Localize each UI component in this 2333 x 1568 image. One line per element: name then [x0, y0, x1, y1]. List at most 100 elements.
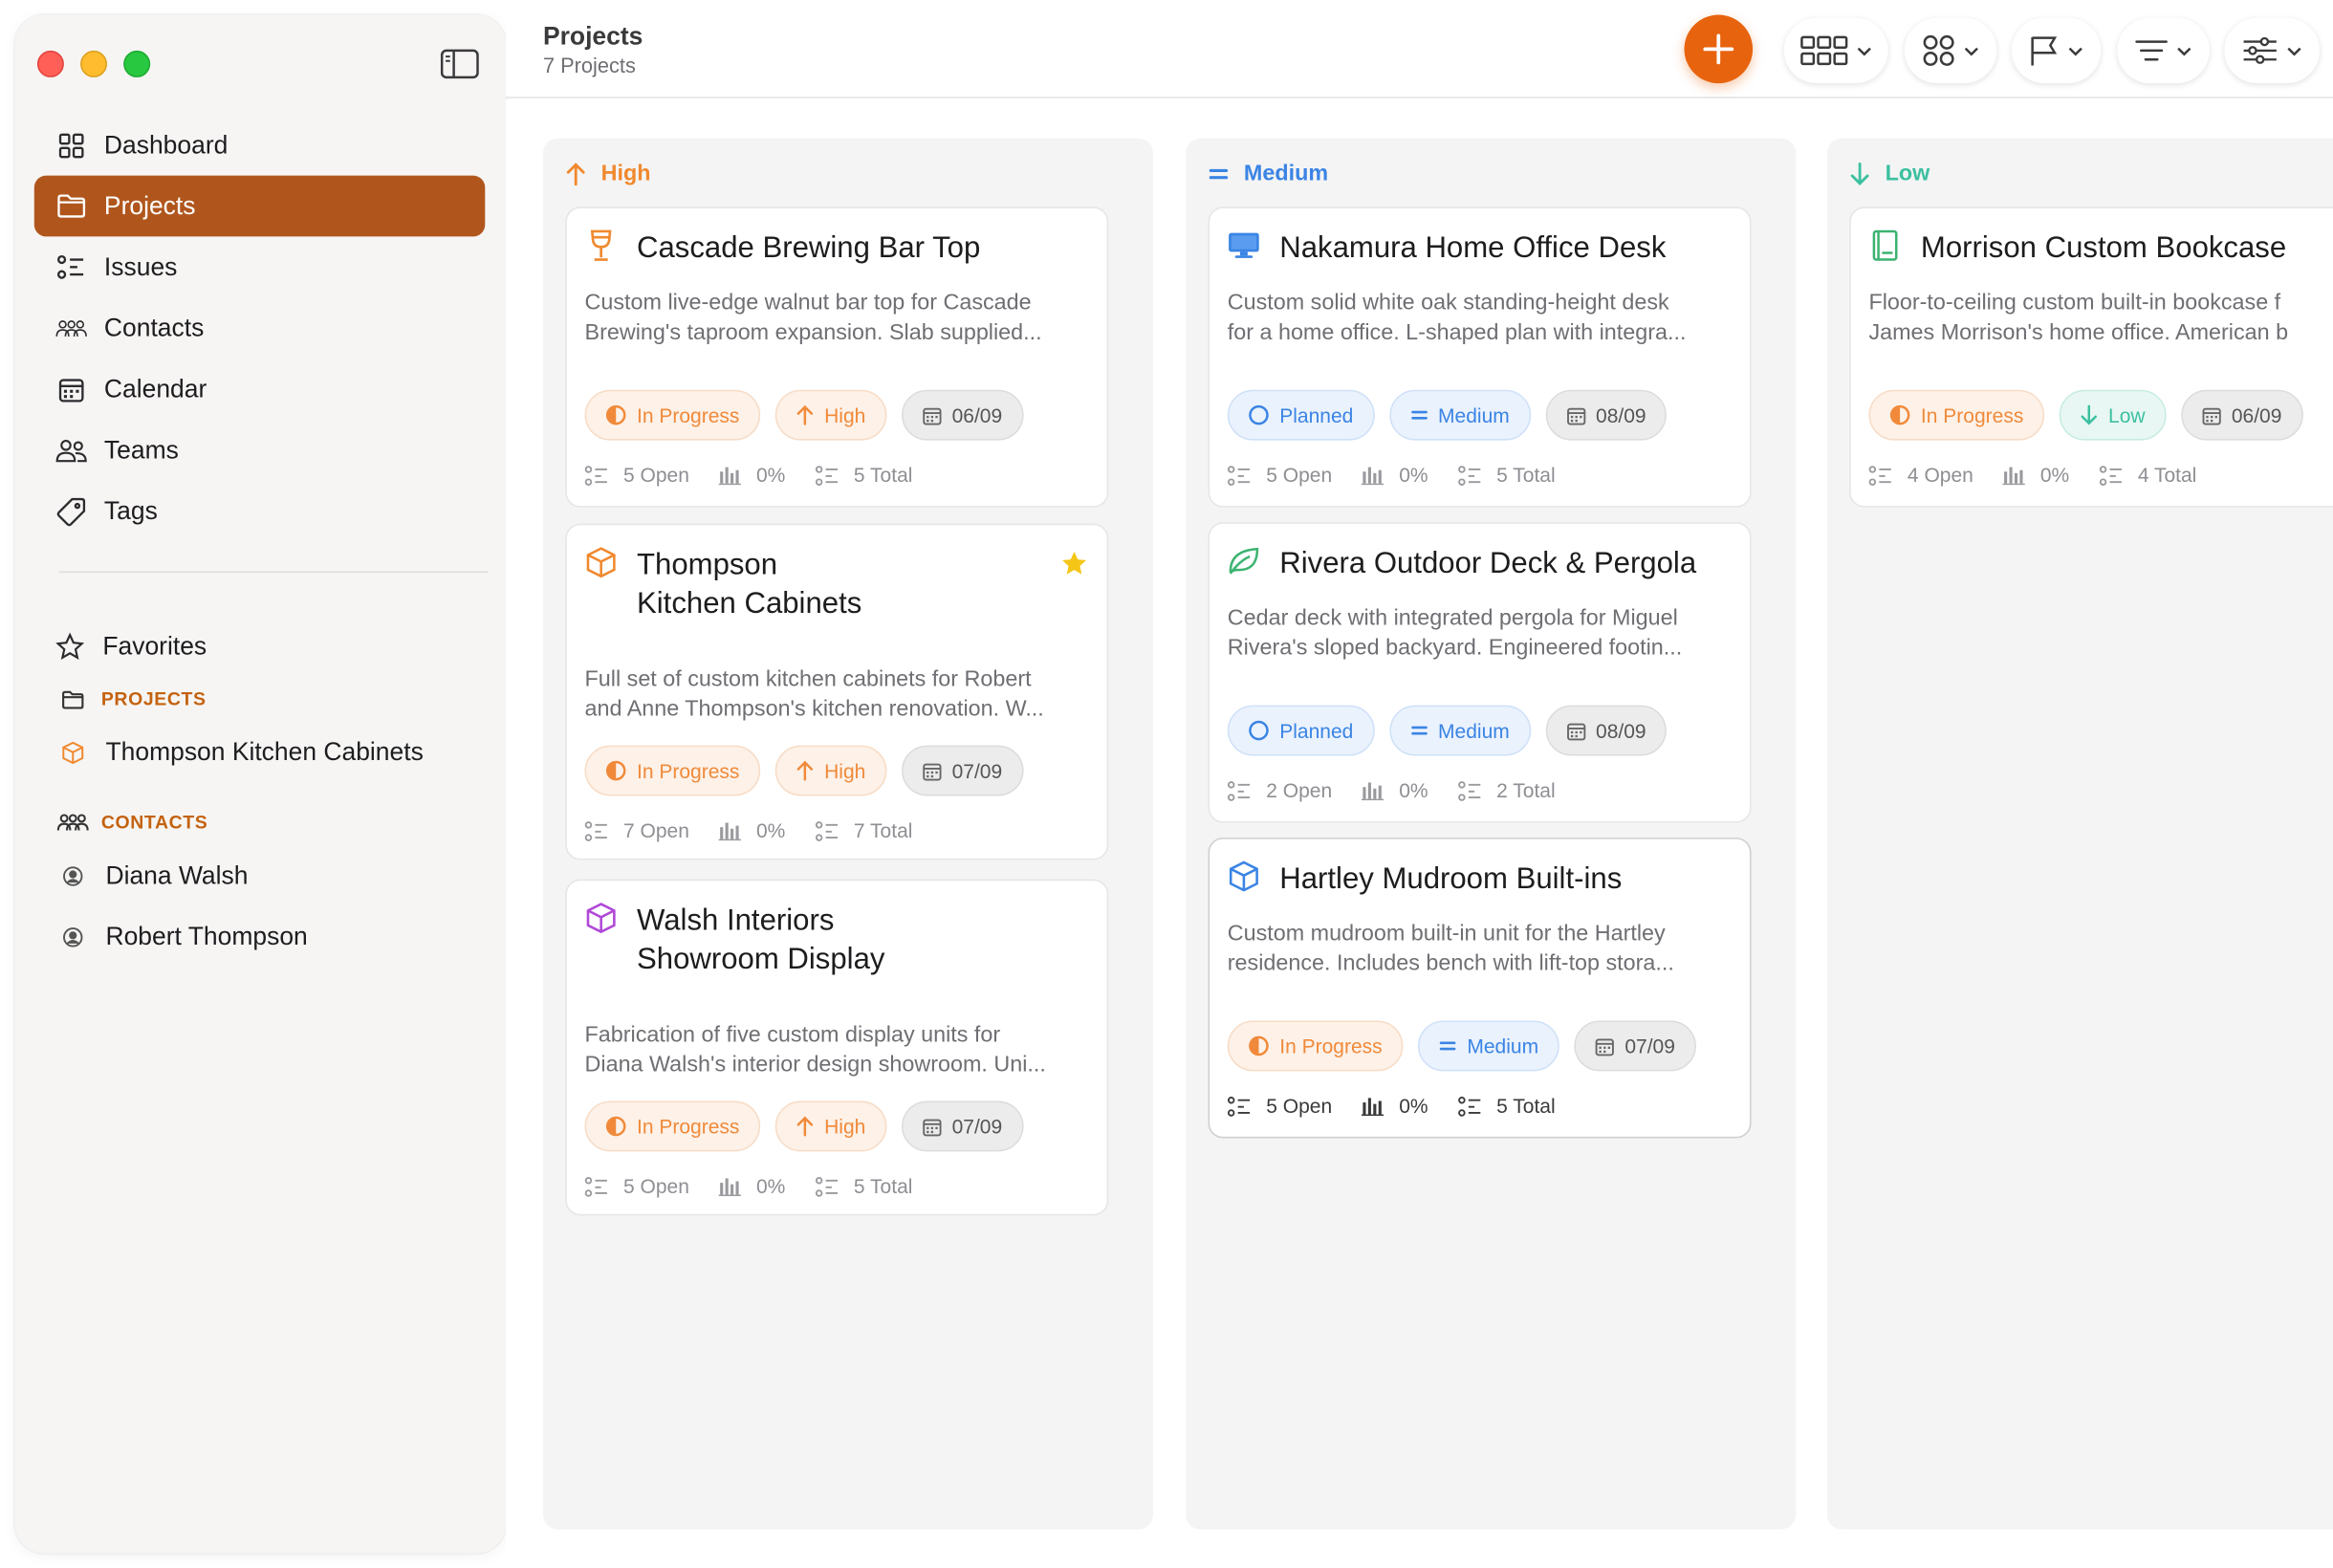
- favorites-projects-heading: PROJECTS: [51, 677, 482, 722]
- checklist-icon: [1457, 1096, 1481, 1116]
- close-window-button[interactable]: [36, 50, 64, 77]
- kanban-board: High Cascade Brewing Bar Top Custom live…: [506, 99, 2333, 1568]
- project-count: 7 Projects: [542, 54, 636, 77]
- project-card[interactable]: Hartley Mudroom Built-ins Custom mudroom…: [1208, 838, 1752, 1139]
- card-stats: 5 Open 0% 5 Total: [584, 465, 943, 487]
- calendar-icon: [1566, 722, 1585, 740]
- sidebar-item-issues[interactable]: Issues: [34, 236, 485, 297]
- favorite-project-item[interactable]: Thompson Kitchen Cabinets: [51, 722, 482, 783]
- group-menu-button[interactable]: [1904, 17, 1997, 84]
- minimize-window-button[interactable]: [80, 50, 108, 77]
- sidebar-item-dashboard[interactable]: Dashboard: [34, 115, 485, 176]
- status-badge[interactable]: In Progress: [1227, 1020, 1404, 1072]
- add-project-button[interactable]: [1684, 14, 1754, 84]
- card-title-line: Morrison Custom Bookcase: [1920, 231, 2287, 265]
- bar-chart-icon: [719, 1178, 742, 1197]
- due-date-badge[interactable]: 06/09: [901, 389, 1023, 441]
- priority-badge[interactable]: High: [774, 1100, 887, 1152]
- sidebar-item-label: Projects: [103, 190, 196, 220]
- filter-menu-button[interactable]: [2224, 17, 2320, 84]
- status-badge[interactable]: Planned: [1227, 705, 1375, 756]
- checklist-icon: [1457, 465, 1481, 486]
- project-card[interactable]: Walsh Interiors Showroom Display Fabricat…: [565, 879, 1109, 1216]
- sidebar-toggle-icon[interactable]: [440, 49, 479, 79]
- due-date-badge[interactable]: 06/09: [2180, 389, 2303, 441]
- sidebar-item-teams[interactable]: Teams: [34, 420, 485, 481]
- due-date-badge[interactable]: 07/09: [901, 1100, 1023, 1152]
- priority-badge[interactable]: Medium: [1388, 705, 1531, 756]
- progress-stat: 0%: [1362, 1095, 1428, 1118]
- checklist-icon: [55, 252, 88, 282]
- card-stats: 5 Open 0% 5 Total: [584, 1175, 943, 1198]
- due-date-badge[interactable]: 08/09: [1545, 389, 1668, 441]
- status-badge[interactable]: In Progress: [584, 389, 761, 441]
- project-card[interactable]: Thompson Kitchen Cabinets Full set of cus…: [565, 523, 1109, 860]
- sidebar-item-label: Dashboard: [103, 130, 229, 159]
- column-title: Low: [1885, 161, 1930, 186]
- sidebar-item-tags[interactable]: Tags: [34, 481, 485, 542]
- project-card[interactable]: Rivera Outdoor Deck & Pergola Cedar deck…: [1208, 522, 1752, 823]
- progress-stat: 0%: [2002, 465, 2069, 487]
- due-date-badge[interactable]: 07/09: [1574, 1020, 1696, 1072]
- open-issues-stat: 2 Open: [1227, 779, 1332, 802]
- sort-menu-button[interactable]: [2117, 17, 2210, 84]
- priority-badge[interactable]: Low: [2059, 389, 2167, 441]
- total-issues-stat: 5 Total: [815, 1175, 912, 1198]
- sidebar-item-projects[interactable]: Projects: [33, 175, 486, 237]
- project-card[interactable]: Cascade Brewing Bar Top Custom live-edge…: [565, 207, 1109, 508]
- total-issues-stat: 4 Total: [2099, 465, 2196, 487]
- project-card[interactable]: Morrison Custom Bookcase Floor-to-ceilin…: [1849, 207, 2333, 508]
- tag-icon: [55, 496, 88, 526]
- checklist-icon: [1457, 780, 1481, 801]
- checklist-icon: [815, 1176, 838, 1196]
- card-stats: 5 Open 0% 5 Total: [1227, 465, 1585, 487]
- card-title-line: Cascade Brewing Bar Top: [637, 231, 981, 265]
- total-issues-stat: 2 Total: [1457, 779, 1556, 802]
- card-title: Morrison Custom Bookcase: [1921, 229, 2286, 268]
- total-issues-stat: 7 Total: [815, 819, 912, 842]
- due-date-badge[interactable]: 08/09: [1545, 705, 1668, 756]
- column-header: Low: [1849, 161, 1930, 186]
- favorites-contacts-heading: CONTACTS: [51, 800, 482, 845]
- status-badge[interactable]: In Progress: [1868, 389, 2045, 441]
- half-circle-icon: [605, 404, 626, 425]
- zoom-window-button[interactable]: [123, 50, 151, 77]
- priority-badge[interactable]: Medium: [1418, 1020, 1559, 1072]
- favorite-contact-item[interactable]: Diana Walsh: [51, 845, 482, 906]
- priority-badge[interactable]: High: [774, 745, 887, 796]
- sidebar-item-calendar[interactable]: Calendar: [34, 359, 485, 420]
- equals-icon: [1209, 168, 1229, 179]
- people-group-icon: [56, 813, 89, 834]
- checklist-icon: [584, 1176, 607, 1196]
- favorite-contact-item[interactable]: Robert Thompson: [51, 906, 482, 968]
- priority-badge[interactable]: High: [774, 389, 887, 441]
- open-issues-stat: 7 Open: [584, 819, 689, 842]
- open-issues-stat: 5 Open: [584, 1175, 689, 1198]
- priority-menu-button[interactable]: [2011, 17, 2102, 84]
- sidebar-item-label: Teams: [103, 435, 179, 464]
- calendar-icon: [1595, 1037, 1614, 1056]
- chevron-down-icon: [2177, 46, 2191, 55]
- open-issues-stat: 5 Open: [1227, 465, 1332, 487]
- status-badge[interactable]: In Progress: [584, 745, 761, 796]
- progress-stat: 0%: [719, 819, 785, 842]
- layout-menu-button[interactable]: [1783, 17, 1888, 84]
- priority-badge[interactable]: Medium: [1388, 389, 1531, 441]
- project-card[interactable]: Nakamura Home Office Desk Custom solid w…: [1208, 207, 1752, 508]
- star-icon[interactable]: [1059, 549, 1089, 586]
- sidebar-item-contacts[interactable]: Contacts: [34, 297, 485, 359]
- card-badges: Planned Medium 08/09: [1227, 705, 1668, 756]
- status-badge[interactable]: In Progress: [584, 1100, 761, 1152]
- bar-chart-icon: [1362, 782, 1385, 801]
- status-badge[interactable]: Planned: [1227, 389, 1375, 441]
- due-date-badge[interactable]: 07/09: [901, 745, 1023, 796]
- person-circle-icon: [56, 865, 89, 886]
- folder-icon: [56, 689, 89, 708]
- circle-icon: [1249, 720, 1269, 741]
- card-title: Hartley Mudroom Built-ins: [1279, 860, 1622, 898]
- card-title-line: Thompson: [637, 549, 778, 582]
- bar-chart-icon: [719, 822, 742, 841]
- grid-layout-icon: [1800, 35, 1848, 66]
- sidebar-nav: Dashboard Projects Issues Contacts Calen…: [33, 115, 486, 542]
- favorites-header[interactable]: Favorites: [51, 618, 482, 677]
